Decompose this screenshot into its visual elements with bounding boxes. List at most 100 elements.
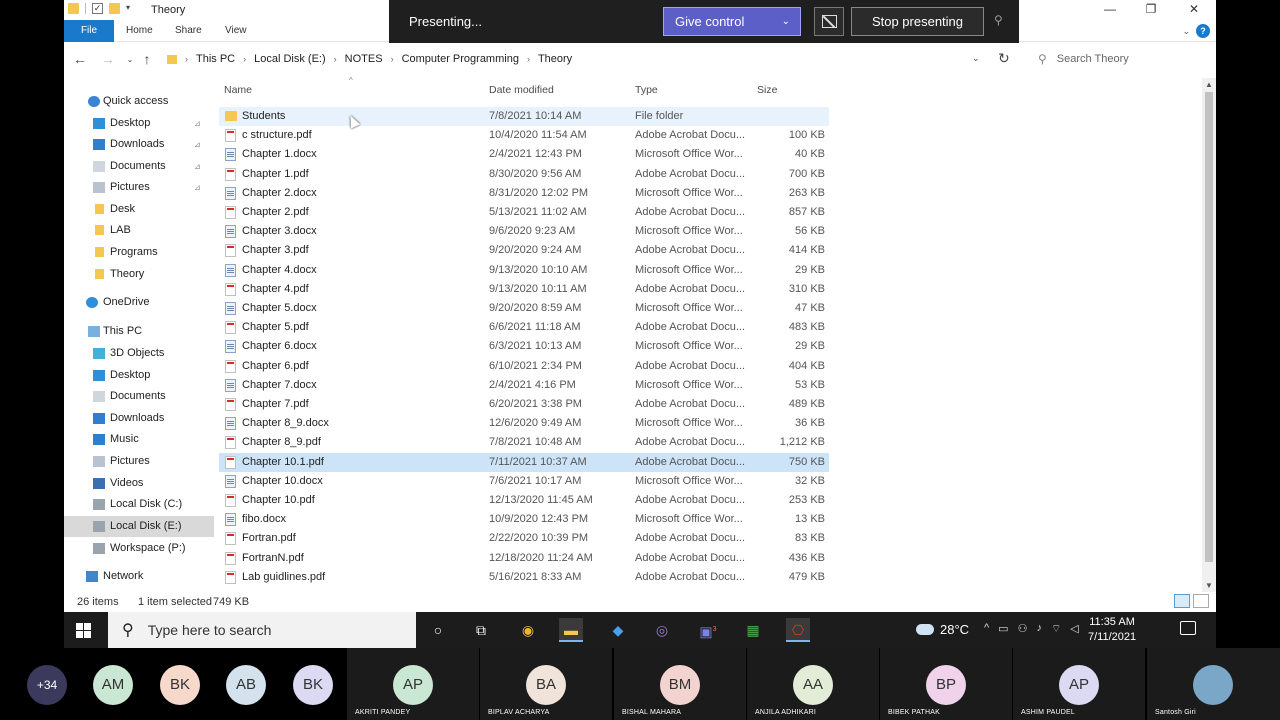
give-control-button[interactable]: Give control ⌄ [663, 7, 801, 36]
customize-dropdown-icon[interactable]: ▾ [126, 3, 137, 14]
clock[interactable]: 11:35 AM 7/11/2021 [1088, 615, 1136, 645]
nav-item-lab[interactable]: LAB [64, 220, 214, 241]
file-row[interactable]: Chapter 8_9.pdf 7/8/2021 10:48 AM Adobe Ac… [219, 433, 829, 452]
file-row[interactable]: Chapter 10.docx 7/6/2021 10:17 AM Microsof… [219, 472, 829, 491]
nav-item-desktop[interactable]: Desktop ⊿ [64, 113, 214, 134]
column-name[interactable]: Name [224, 84, 252, 96]
minimize-button[interactable]: — [1095, 2, 1125, 18]
chevron-right-icon[interactable]: › [334, 54, 337, 64]
participant-tile[interactable]: AP ASHIM PAUDEL [1013, 648, 1145, 720]
file-row[interactable]: FortranN.pdf 12/18/2020 11:24 AM Adobe Acr… [219, 549, 829, 568]
maximize-button[interactable]: ❐ [1136, 2, 1166, 18]
tab-home[interactable]: Home [126, 20, 153, 42]
taskbar-search[interactable]: ⚲ Type here to search [108, 612, 416, 648]
participant-avatar[interactable]: BK [160, 665, 200, 705]
file-row[interactable]: Chapter 8_9.docx 12/6/2020 9:49 AM Microso… [219, 414, 829, 433]
battery-icon[interactable]: ▭ [998, 622, 1008, 636]
nav-item-videos[interactable]: Videos [64, 473, 214, 494]
participants-overflow-badge[interactable]: +34 [27, 665, 67, 705]
crumb-computer-programming[interactable]: Computer Programming [402, 53, 519, 65]
tab-view[interactable]: View [225, 20, 247, 42]
file-row[interactable]: Chapter 1.pdf 8/30/2020 9:56 AM Adobe Acro… [219, 165, 829, 184]
scroll-down-icon[interactable]: ▼ [1205, 581, 1213, 590]
pin-icon[interactable]: ⚲ [994, 13, 1003, 27]
participant-tile[interactable]: Santosh Giri [1147, 648, 1280, 720]
chevron-right-icon[interactable]: › [243, 54, 246, 64]
nav-item-theory[interactable]: Theory [64, 264, 214, 285]
file-row[interactable]: Lab guidlines.pdf 5/16/2021 8:33 AM Adobe … [219, 568, 829, 587]
crumb-local-disk-e[interactable]: Local Disk (E:) [254, 53, 326, 65]
file-row[interactable]: Chapter 2.docx 8/31/2020 12:02 PM Microsof… [219, 184, 829, 203]
office-icon[interactable]: ▦ [741, 618, 765, 642]
taskbar-search-input[interactable]: Type here to search [148, 622, 272, 638]
properties-check-icon[interactable]: ✓ [92, 3, 103, 14]
nav-item-workspace-p[interactable]: Workspace (P:) [64, 538, 214, 559]
expand-ribbon-chevron-icon[interactable]: ⌄ [1182, 26, 1190, 37]
microphone-icon[interactable]: ♪ [1036, 622, 1042, 636]
nav-item-pictures[interactable]: Pictures [64, 451, 214, 472]
participant-tile[interactable]: BM BISHAL MAHARA [614, 648, 746, 720]
close-button[interactable]: ✕ [1179, 2, 1209, 18]
nav-item-quick-access[interactable]: Quick access [64, 91, 214, 112]
search-input[interactable]: Search Theory [1057, 53, 1129, 65]
nav-item-onedrive[interactable]: OneDrive [64, 292, 214, 313]
usb-icon[interactable]: ⚇ [1018, 622, 1028, 636]
scroll-up-icon[interactable]: ▲ [1205, 80, 1213, 89]
nav-item-documents[interactable]: Documents ⊿ [64, 156, 214, 177]
file-row[interactable]: Chapter 7.docx 2/4/2021 4:16 PM Microsoft … [219, 376, 829, 395]
nav-item-programs[interactable]: Programs [64, 242, 214, 263]
crumb-notes[interactable]: NOTES [345, 53, 383, 65]
tab-share[interactable]: Share [175, 20, 202, 42]
nav-item-local-disk-c[interactable]: Local Disk (C:) [64, 494, 214, 515]
file-row[interactable]: Chapter 5.docx 9/20/2020 8:59 AM Microsoft… [219, 299, 829, 318]
app-icon[interactable]: ◆ [606, 618, 630, 642]
file-row[interactable]: Chapter 7.pdf 6/20/2021 3:38 PM Adobe Acro… [219, 395, 829, 414]
file-row[interactable]: Chapter 4.pdf 9/13/2020 10:11 AM Adobe Acr… [219, 280, 829, 299]
participant-tile[interactable]: BP BIBEK PATHAK [880, 648, 1012, 720]
weather-widget[interactable]: 28°C [916, 622, 969, 637]
file-row[interactable]: c structure.pdf 10/4/2020 11:54 AM Adobe A… [219, 126, 829, 145]
refresh-icon[interactable]: ↻ [998, 50, 1010, 67]
windows-start-icon[interactable] [76, 623, 91, 638]
up-arrow-icon[interactable]: ↑ [137, 51, 157, 67]
scrollbar-thumb[interactable] [1205, 92, 1213, 562]
nav-item-desk[interactable]: Desk [64, 199, 214, 220]
file-row[interactable]: Chapter 6.pdf 6/10/2021 2:34 PM Adobe Acro… [219, 357, 829, 376]
show-hidden-icons-chevron-icon[interactable]: ^ [984, 622, 989, 636]
file-row[interactable]: Chapter 3.pdf 9/20/2020 9:24 AM Adobe Acro… [219, 241, 829, 260]
new-folder-icon[interactable] [109, 3, 120, 14]
chevron-right-icon[interactable]: › [391, 54, 394, 64]
column-size[interactable]: Size [757, 84, 777, 96]
file-row[interactable]: Students 7/8/2021 10:14 AM File folder [219, 107, 829, 126]
file-row[interactable]: Chapter 10.pdf 12/13/2020 11:45 AM Adobe A… [219, 491, 829, 510]
crumb-theory[interactable]: Theory [538, 53, 572, 65]
participant-tile[interactable]: AA ANJILA ADHIKARI [747, 648, 879, 720]
acrobat-icon[interactable]: ⎔ [786, 618, 810, 642]
nav-item-documents[interactable]: Documents [64, 386, 214, 407]
help-icon[interactable]: ? [1196, 24, 1210, 38]
crumb-this-pc[interactable]: This PC [196, 53, 235, 65]
search-box[interactable]: ⚲ Search Theory [1030, 48, 1210, 70]
nav-item-this-pc[interactable]: This PC [64, 321, 214, 342]
large-icons-view-icon[interactable] [1193, 594, 1209, 608]
task-view-icon[interactable]: ⧉ [469, 618, 493, 642]
notification-icon[interactable] [1180, 621, 1196, 635]
file-row[interactable]: Chapter 4.docx 9/13/2020 10:10 AM Microsof… [219, 261, 829, 280]
back-arrow-icon[interactable]: ← [70, 51, 90, 67]
nav-item-music[interactable]: Music [64, 429, 214, 450]
participant-avatar[interactable]: AM [93, 665, 133, 705]
file-row[interactable]: Chapter 3.docx 9/6/2020 9:23 AM Microsoft … [219, 222, 829, 241]
details-view-icon[interactable] [1174, 594, 1190, 608]
chrome-icon[interactable]: ◉ [516, 618, 540, 642]
file-row[interactable]: Chapter 1.docx 2/4/2021 12:43 PM Microsoft… [219, 145, 829, 164]
teams-icon[interactable]: ▣3 [696, 618, 720, 642]
column-type[interactable]: Type [635, 84, 658, 96]
file-row[interactable]: Chapter 6.docx 6/3/2021 10:13 AM Microsoft… [219, 337, 829, 356]
file-row[interactable]: fibo.docx 10/9/2020 12:43 PM Microsoft Off… [219, 510, 829, 529]
participant-tile[interactable]: AP AKRITI PANDEY [347, 648, 479, 720]
chevron-right-icon[interactable]: › [185, 54, 188, 64]
wifi-icon[interactable]: ⌔ [1051, 622, 1061, 636]
tab-file[interactable]: File [64, 20, 114, 42]
file-row[interactable]: Chapter 10.1.pdf 7/11/2021 10:37 AM Adobe … [219, 452, 829, 472]
nav-item-pictures[interactable]: Pictures ⊿ [64, 177, 214, 198]
